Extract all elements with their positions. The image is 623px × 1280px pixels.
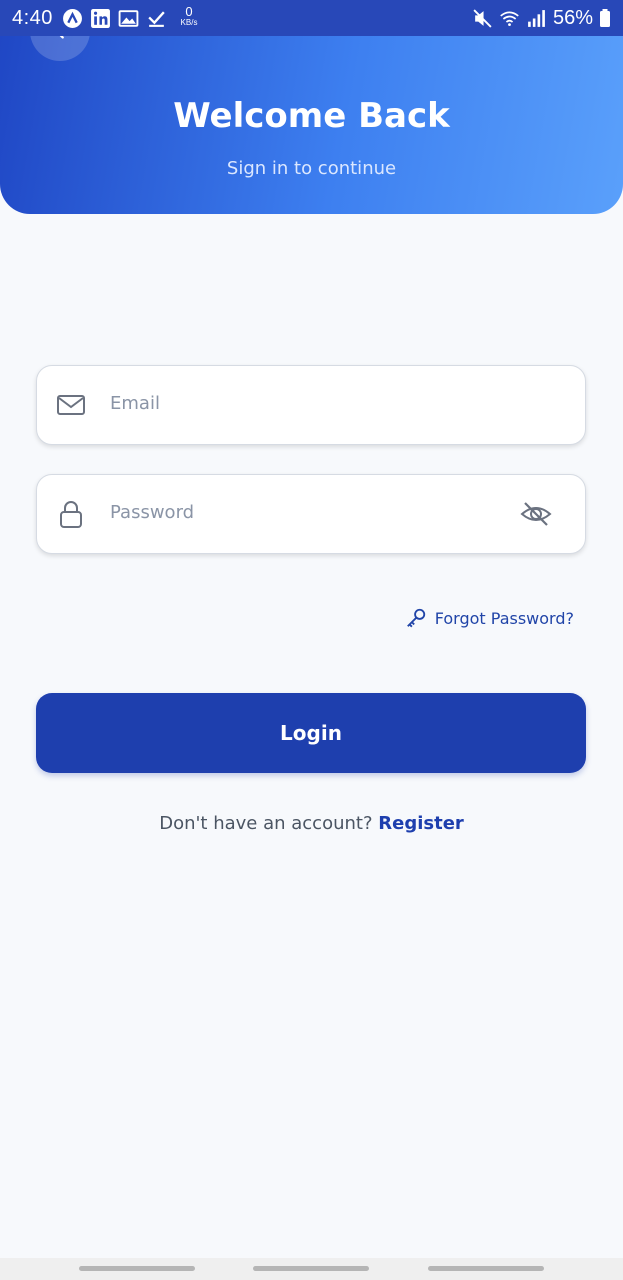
download-done-icon (146, 8, 167, 29)
password-placeholder: Password (110, 502, 195, 523)
login-button-label: Login (280, 721, 342, 745)
status-time: 4:40 (12, 7, 53, 29)
forgot-password-label: Forgot Password? (434, 608, 574, 628)
nav-back-button[interactable] (428, 1266, 544, 1271)
password-field[interactable]: Password (36, 474, 586, 554)
nav-home-button[interactable] (253, 1266, 369, 1271)
lock-icon (60, 501, 82, 528)
mail-icon (57, 395, 85, 415)
key-icon (406, 608, 425, 628)
email-field[interactable]: Email (36, 365, 586, 445)
visibility-off-icon[interactable] (520, 499, 552, 529)
data-rate-unit: KB/s (180, 18, 198, 27)
page-title: Welcome Back (173, 96, 450, 136)
register-prompt: Don't have an account? Register (0, 813, 623, 834)
register-prompt-text: Don't have an account? (159, 813, 373, 834)
battery-percent: 56% (552, 7, 593, 29)
app-icon (62, 8, 83, 29)
data-rate-value: 0 (185, 4, 193, 19)
email-placeholder: Email (110, 393, 160, 414)
wifi-icon (499, 8, 520, 29)
linkedin-icon (90, 8, 111, 29)
forgot-password-link[interactable]: Forgot Password? (405, 607, 574, 629)
data-rate: 0 KB/s (176, 5, 202, 27)
register-link[interactable]: Register (378, 813, 464, 834)
mute-icon (472, 8, 493, 29)
gallery-icon (118, 8, 139, 29)
status-bar: 4:40 0 KB/s 56% (0, 0, 623, 36)
battery-icon (599, 8, 611, 29)
signal-icon (526, 8, 547, 29)
nav-recents-button[interactable] (79, 1266, 195, 1271)
page-subtitle: Sign in to continue (226, 158, 397, 179)
system-navigation-bar (0, 1258, 623, 1280)
login-button[interactable]: Login (36, 693, 586, 773)
